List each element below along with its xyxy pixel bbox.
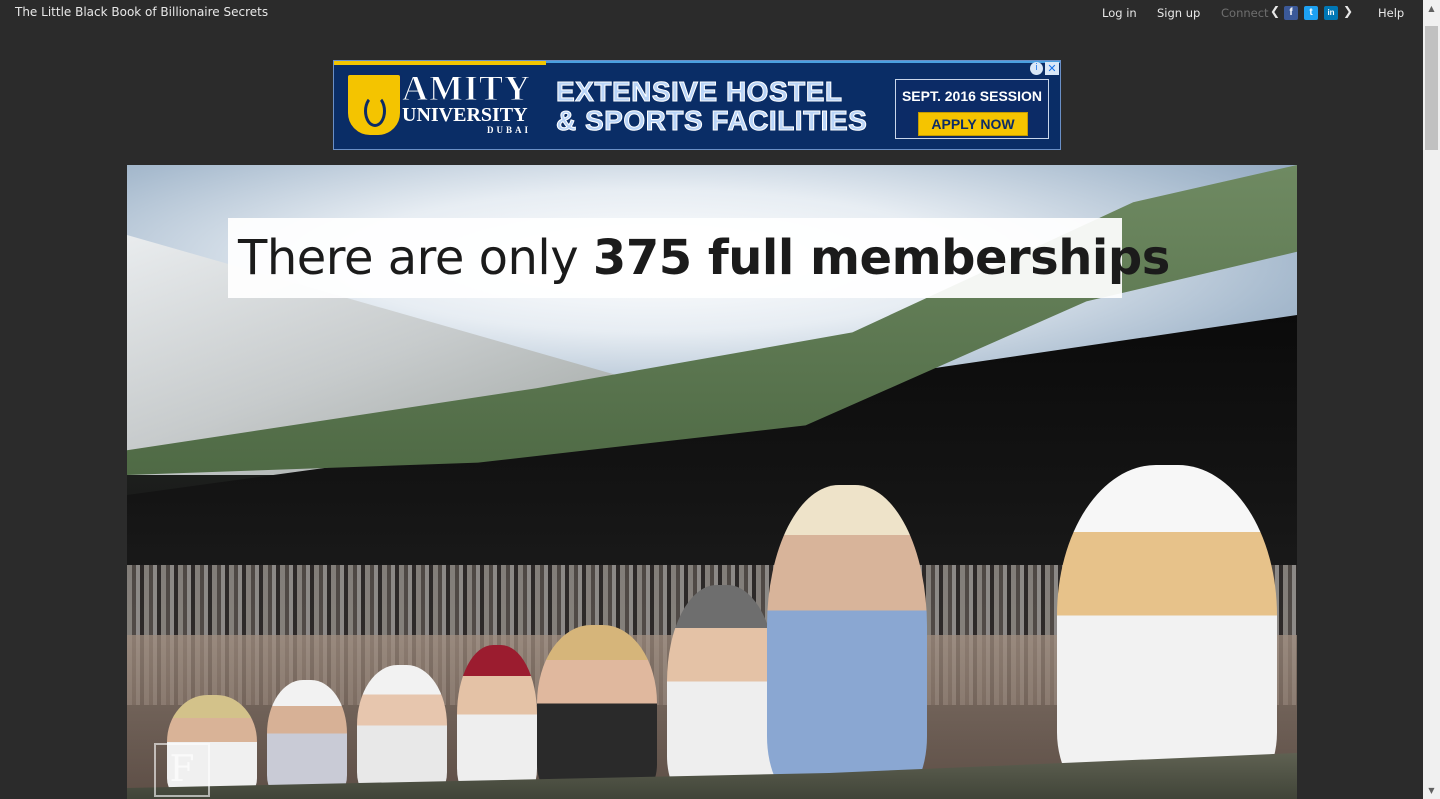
ad-close-icon[interactable]: ✕: [1045, 62, 1059, 75]
scrollbar[interactable]: ▲ ▼: [1423, 0, 1440, 799]
facebook-icon[interactable]: f: [1284, 6, 1298, 20]
top-bar: The Little Black Book of Billionaire Sec…: [0, 0, 1423, 26]
spectator: [667, 585, 777, 799]
ad-headline-line1: EXTENSIVE HOSTEL: [555, 76, 843, 107]
spectator: [357, 665, 447, 799]
spectator-man-hat: [767, 485, 927, 799]
login-link[interactable]: Log in: [1102, 6, 1137, 20]
caption-bold: 375 full memberships: [592, 230, 1170, 286]
chevron-right-icon[interactable]: ❯: [1343, 4, 1353, 18]
help-link[interactable]: Help: [1378, 6, 1404, 20]
caption-regular: There are only: [238, 230, 593, 286]
site-title[interactable]: The Little Black Book of Billionaire Sec…: [15, 5, 268, 19]
ad-brand-subtitle: UNIVERSITY: [402, 104, 528, 126]
ad-brand-location: DUBAI: [486, 125, 531, 135]
ad-session-box: SEPT. 2016 SESSION APPLY NOW: [895, 79, 1049, 139]
ad-banner[interactable]: AMITY UNIVERSITY DUBAI EXTENSIVE HOSTEL …: [333, 60, 1061, 150]
ad-headline: EXTENSIVE HOSTEL & SPORTS FACILITIES: [555, 76, 868, 136]
crest-emblem: [364, 95, 386, 127]
caption-text: There are only 375 full memberships: [238, 230, 1170, 286]
ad-session-text: SEPT. 2016 SESSION: [901, 88, 1043, 104]
scroll-down-icon[interactable]: ▼: [1423, 782, 1440, 799]
university-crest-icon: [346, 73, 402, 137]
scrollbar-thumb[interactable]: [1425, 26, 1438, 150]
twitter-icon[interactable]: t: [1304, 6, 1318, 20]
video-player[interactable]: There are only 375 full memberships F: [127, 165, 1297, 799]
chevron-left-icon[interactable]: ❮: [1270, 4, 1280, 18]
apply-now-button[interactable]: APPLY NOW: [918, 112, 1028, 136]
ad-headline-line2: & SPORTS FACILITIES: [555, 105, 868, 136]
spectator-woman-hat: [1057, 465, 1277, 799]
spectator: [267, 680, 347, 799]
spectator: [537, 625, 657, 799]
watermark-logo: F: [154, 743, 210, 797]
spectator: [457, 645, 537, 799]
connect-label: Connect: [1221, 6, 1269, 20]
linkedin-icon[interactable]: in: [1324, 6, 1338, 20]
video-caption: There are only 375 full memberships: [228, 218, 1170, 298]
ad-accent-line-blue: [546, 61, 1060, 63]
ad-info-icon[interactable]: i: [1030, 62, 1043, 75]
ad-accent-line: [334, 61, 546, 65]
ad-brand-name: AMITY: [402, 68, 531, 108]
signup-link[interactable]: Sign up: [1157, 6, 1200, 20]
ad-brand: AMITY UNIVERSITY DUBAI: [402, 68, 531, 136]
scroll-up-icon[interactable]: ▲: [1423, 0, 1440, 17]
